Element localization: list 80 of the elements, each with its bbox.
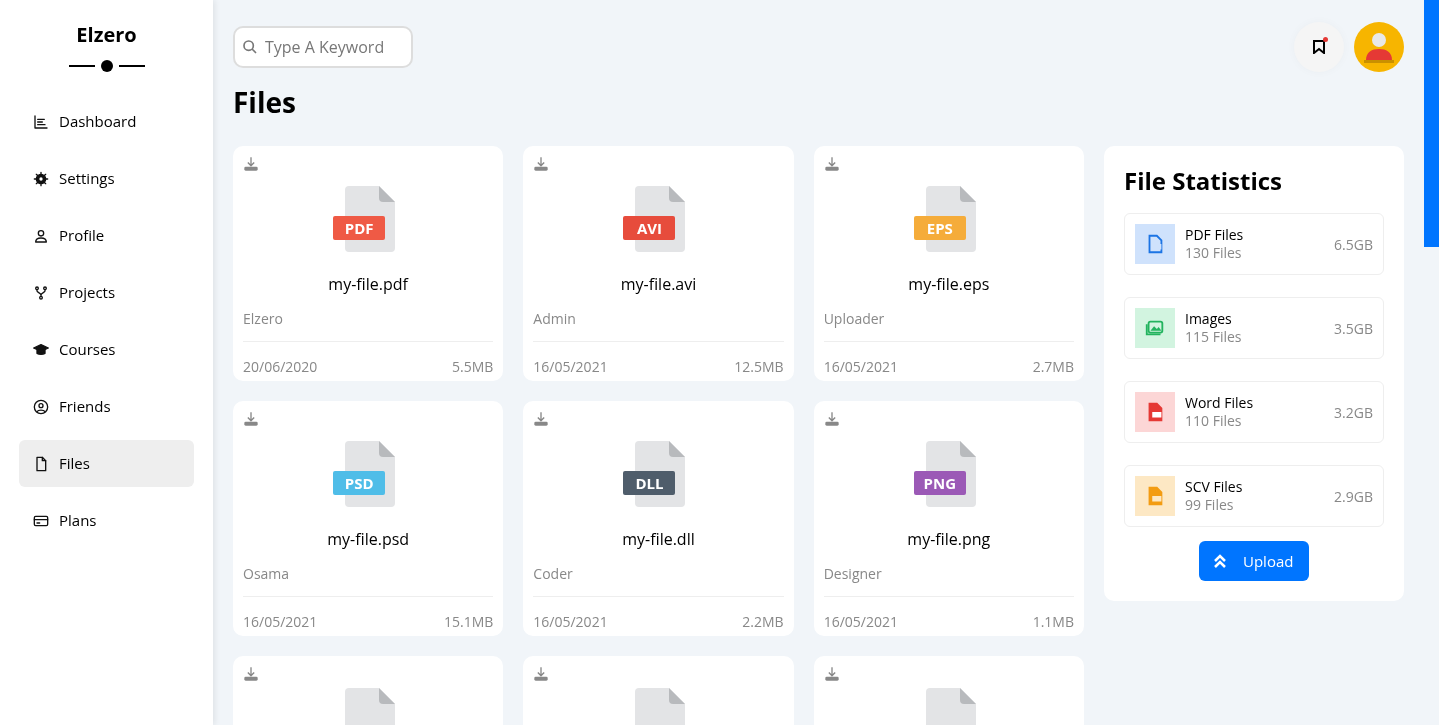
scrollbar-thumb[interactable] <box>1424 0 1439 247</box>
statistic-count: 115 Files <box>1185 328 1243 346</box>
download-icon[interactable] <box>533 666 550 682</box>
file-owner: Osama <box>243 563 291 584</box>
file-type-label: PSD <box>333 471 386 495</box>
nav-item[interactable]: Files <box>19 440 194 487</box>
download-icon[interactable] <box>823 156 840 172</box>
statistic-size: 6.5GB <box>1334 233 1373 255</box>
file-date: 16/05/2021 <box>823 611 898 632</box>
settings-icon <box>33 170 49 187</box>
statistic-name: SCV Files <box>1185 478 1244 496</box>
nav-item[interactable]: Friends <box>19 383 194 430</box>
nav-item[interactable]: Dashboard <box>19 98 194 145</box>
nav-item[interactable]: Courses <box>19 326 194 373</box>
fork-icon <box>33 284 49 301</box>
file-name: my-file.eps <box>907 272 991 296</box>
file-date: 16/05/2021 <box>533 611 608 632</box>
file-date: 16/05/2021 <box>533 356 608 377</box>
file-owner: Uploader <box>823 308 886 329</box>
statistic-name: Images <box>1185 310 1233 328</box>
file-icon <box>33 455 49 472</box>
file-date: 16/05/2021 <box>823 356 898 377</box>
file-size: 12.5MB <box>734 356 784 377</box>
file-size: 1.1MB <box>1032 611 1074 632</box>
statistic-count: 99 Files <box>1185 496 1235 514</box>
word-file-icon <box>1135 392 1175 432</box>
file-date: 16/05/2021 <box>243 611 318 632</box>
page-title: Files <box>233 84 297 120</box>
search-field[interactable]: Type A Keyword <box>233 26 413 68</box>
statistic-name: Word Files <box>1185 394 1255 412</box>
download-icon[interactable] <box>533 411 550 427</box>
search-icon <box>242 39 258 55</box>
file-name: my-file.png <box>906 527 992 551</box>
nav-item[interactable]: Settings <box>19 155 194 202</box>
nav-item[interactable]: Projects <box>19 269 194 316</box>
file-type-label: PDF <box>333 216 386 240</box>
file-size: 2.2MB <box>742 611 784 632</box>
panel-title: File Statistics <box>1124 167 1284 195</box>
pdf-file-icon <box>1135 224 1175 264</box>
avatar[interactable] <box>1354 22 1404 72</box>
chart-icon <box>33 113 49 130</box>
file-owner: Designer <box>823 563 883 584</box>
file-type-label: PNG <box>913 471 966 495</box>
file-size: 5.5MB <box>452 356 494 377</box>
file-type-label: AVI <box>623 216 676 240</box>
file-name: my-file.dll <box>621 527 696 551</box>
nav-item[interactable]: Plans <box>19 497 194 544</box>
download-icon[interactable] <box>823 666 840 682</box>
bookmark-icon <box>1312 40 1326 54</box>
download-icon[interactable] <box>243 411 259 427</box>
file-name: my-file.pdf <box>327 272 410 296</box>
download-icon[interactable] <box>533 156 550 172</box>
statistic-size: 3.5GB <box>1334 317 1373 339</box>
graduation-cap-icon <box>33 341 49 358</box>
file-size: 2.7MB <box>1032 356 1074 377</box>
file-name: my-file.avi <box>619 272 698 296</box>
upload-button[interactable]: Upload <box>1199 541 1309 581</box>
file-type-label: EPS <box>913 216 966 240</box>
statistic-count: 110 Files <box>1185 412 1243 430</box>
brand-title: Elzero <box>75 20 138 50</box>
file-date: 20/06/2020 <box>243 356 318 377</box>
file-owner: Coder <box>533 563 574 584</box>
file-type-label: DLL <box>623 471 676 495</box>
statistic-count: 130 Files <box>1185 244 1243 262</box>
file-size: 15.1MB <box>444 611 494 632</box>
file-owner: Admin <box>533 308 577 329</box>
csv-file-icon <box>1135 476 1175 516</box>
file-name: my-file.psd <box>326 527 411 551</box>
file-owner: Elzero <box>243 308 284 329</box>
nav-item[interactable]: Profile <box>19 212 194 259</box>
download-icon[interactable] <box>243 156 259 172</box>
user-icon <box>33 227 49 244</box>
statistic-size: 3.2GB <box>1334 401 1373 423</box>
download-icon[interactable] <box>823 411 840 427</box>
image-icon <box>1135 308 1175 348</box>
statistic-size: 2.9GB <box>1334 485 1373 507</box>
statistic-name: PDF Files <box>1185 226 1245 244</box>
download-icon[interactable] <box>243 666 259 682</box>
double-chevron-up-icon <box>1213 554 1227 568</box>
user-circle-icon <box>33 398 49 415</box>
